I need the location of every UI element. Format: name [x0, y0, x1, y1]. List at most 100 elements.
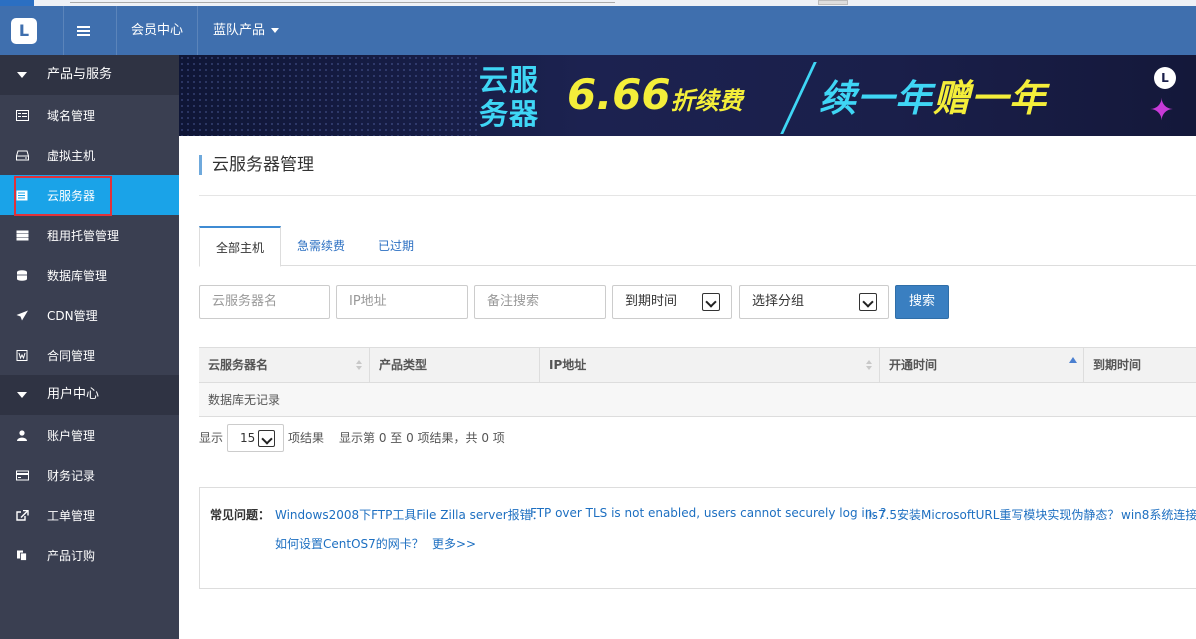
pagination-summary: 显示第 0 至 0 项结果，共 0 项 [339, 424, 505, 452]
faq-link[interactable]: 如何设置CentOS7的网卡？ [275, 535, 424, 552]
sidebar-item-label: 域名管理 [47, 107, 95, 124]
menu-toggle-button[interactable] [63, 6, 103, 55]
tab-expired[interactable]: 已过期 [367, 226, 425, 266]
faq-link[interactable]: iis7.5安装MicrosoftURL重写模块实现伪静态？ [865, 506, 1119, 523]
banner-price-value: 6.66 [567, 70, 671, 119]
sidebar-item-hosting-rental[interactable]: 租用托管管理 [0, 215, 179, 255]
selection-highlight-box [14, 176, 112, 216]
sidebar-section-user-center[interactable]: 用户中心 [0, 375, 179, 415]
sidebar-item-label: 财务记录 [47, 467, 95, 484]
logo-area[interactable]: L [0, 6, 48, 55]
column-header-expire-time[interactable]: 到期时间 [1084, 348, 1196, 383]
sidebar-item-label: 数据库管理 [47, 267, 107, 284]
caret-down-icon [271, 28, 279, 33]
group-select-value: 选择分组 [752, 294, 804, 309]
drive-icon [16, 150, 29, 161]
sidebar-item-label: 工单管理 [47, 507, 95, 524]
server-table: 云服务器名 产品类型 IP地址 开通时间 到期时间 数据库无记录 [199, 347, 1196, 417]
column-header-open-time[interactable]: 开通时间 [880, 348, 1084, 383]
logo-icon: L [11, 18, 37, 44]
column-header-label: IP地址 [549, 358, 586, 372]
sidebar-section-products[interactable]: 产品与服务 [0, 55, 179, 95]
column-header-product-type: 产品类型 [370, 348, 540, 383]
faq-link[interactable]: Windows2008下FTP工具File Zilla server报错： [275, 506, 544, 523]
table-header: 云服务器名 产品类型 IP地址 开通时间 到期时间 [199, 348, 1196, 383]
faq-more-link[interactable]: 更多>> [432, 535, 476, 552]
sidebar-item-order[interactable]: 产品订购 [0, 535, 179, 575]
tab-bar: 全部主机 急需续费 已过期 [199, 226, 1196, 266]
tab-renew-urgent[interactable]: 急需续费 [287, 226, 355, 266]
sidebar-item-cloud-server[interactable]: 云服务器 [0, 175, 179, 215]
divider [116, 6, 117, 55]
contract-icon [16, 350, 29, 361]
top-navbar: L 会员中心 蓝队产品 [0, 6, 1196, 55]
search-button[interactable]: 搜索 [895, 285, 949, 319]
table-empty-row: 数据库无记录 [199, 383, 1196, 417]
page-size-value: 15 [240, 431, 255, 445]
sidebar-item-label: CDN管理 [47, 307, 98, 324]
faq-panel: 常见问题： Windows2008下FTP工具File Zilla server… [199, 487, 1196, 589]
sidebar-item-tickets[interactable]: 工单管理 [0, 495, 179, 535]
nav-member-center[interactable]: 会员中心 [131, 6, 183, 55]
banner-pattern [179, 55, 479, 136]
hamburger-icon [77, 26, 90, 36]
banner-offer: 续一年赠一年 [819, 77, 1047, 121]
page-size-select[interactable]: 15 [227, 424, 284, 452]
sidebar-section-label: 用户中心 [47, 375, 99, 415]
external-link-icon [16, 510, 29, 521]
caret-down-icon [17, 72, 27, 78]
sort-icon [866, 360, 872, 371]
column-header-server-name[interactable]: 云服务器名 [199, 348, 370, 383]
sidebar-item-finance[interactable]: 财务记录 [0, 455, 179, 495]
faq-label: 常见问题： [210, 506, 270, 523]
sort-icon [356, 360, 362, 371]
server-name-input[interactable]: 云服务器名 [199, 285, 330, 319]
banner-logo-icon: L [1154, 67, 1176, 89]
ip-address-input[interactable]: IP地址 [336, 285, 468, 319]
send-icon [16, 310, 29, 321]
banner-price-suffix: 折续费 [671, 87, 743, 115]
sidebar-item-label: 产品订购 [47, 547, 95, 564]
browser-button[interactable] [818, 0, 848, 5]
page-size-suffix: 项结果 [288, 424, 324, 452]
divider [197, 6, 198, 55]
sidebar-item-label: 合同管理 [47, 347, 95, 364]
promo-banner[interactable]: 云服务器 6.66折续费 续一年赠一年 L ✦ [179, 55, 1196, 136]
chevron-down-icon [258, 430, 275, 447]
rack-icon [16, 230, 29, 241]
caret-down-icon [17, 392, 27, 398]
sidebar-item-domains[interactable]: 域名管理 [0, 95, 179, 135]
banner-price: 6.66折续费 [567, 70, 743, 126]
database-icon [16, 270, 29, 281]
chevron-down-icon [702, 293, 720, 311]
page-title: 云服务器管理 [199, 155, 314, 175]
expire-time-select[interactable]: 到期时间 [612, 285, 732, 319]
sidebar-item-database[interactable]: 数据库管理 [0, 255, 179, 295]
page-size-label: 显示 [199, 424, 223, 452]
faq-link[interactable]: FTP over TLS is not enabled, users canno… [530, 506, 886, 520]
sidebar-item-label: 账户管理 [47, 427, 95, 444]
sidebar-item-cdn[interactable]: CDN管理 [0, 295, 179, 335]
banner-offer-a: 续一年 [819, 77, 933, 120]
banner-product-text: 云服务器 [479, 63, 545, 131]
banner-offer-b: 赠一年 [933, 77, 1047, 120]
sidebar-item-label: 虚拟主机 [47, 147, 95, 164]
sidebar-item-account[interactable]: 账户管理 [0, 415, 179, 455]
column-header-label: 云服务器名 [208, 358, 268, 372]
sidebar-item-contract[interactable]: 合同管理 [0, 335, 179, 375]
faq-link[interactable]: win8系统连接v [1121, 506, 1196, 523]
user-icon [16, 430, 29, 441]
column-header-label: 产品类型 [379, 358, 427, 372]
chevron-down-icon [859, 293, 877, 311]
tab-all-hosts[interactable]: 全部主机 [199, 226, 281, 267]
group-select[interactable]: 选择分组 [739, 285, 889, 319]
sidebar-item-virtual-host[interactable]: 虚拟主机 [0, 135, 179, 175]
nav-products-label: 蓝队产品 [213, 23, 265, 38]
nav-products-dropdown[interactable]: 蓝队产品 [213, 6, 279, 55]
list-card-icon [16, 110, 29, 121]
address-bar[interactable] [70, 0, 615, 3]
note-search-input[interactable]: 备注搜索 [474, 285, 606, 319]
sidebar: 产品与服务 域名管理 虚拟主机 云服务器 租用托管管理 数据库管理 CDN管理 … [0, 55, 179, 639]
column-header-ip[interactable]: IP地址 [540, 348, 880, 383]
column-header-label: 到期时间 [1093, 358, 1141, 372]
